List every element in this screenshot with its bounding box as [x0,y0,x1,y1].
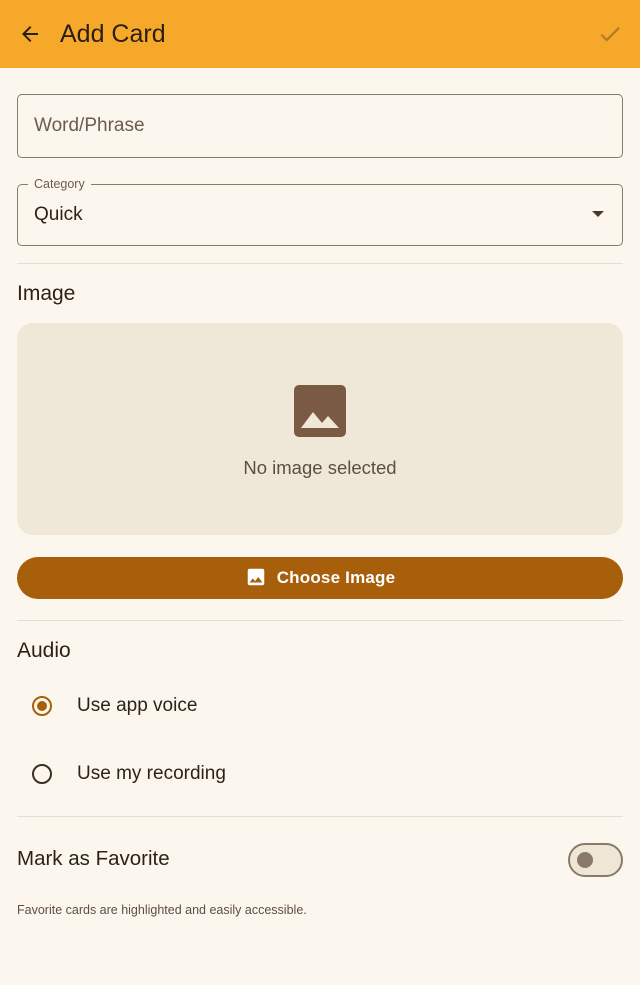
arrow-back-icon[interactable] [14,18,46,50]
radio-option-app-voice[interactable]: Use app voice [17,678,623,734]
category-label: Category [28,176,91,192]
favorite-title: Mark as Favorite [17,847,170,870]
page-title: Add Card [60,20,166,48]
choose-image-label: Choose Image [276,568,396,587]
image-icon [294,385,346,437]
category-value: Quick [34,204,83,225]
divider [17,620,623,621]
image-preview[interactable]: No image selected [17,323,623,535]
divider [17,263,623,264]
radio-button[interactable] [32,764,52,784]
radio-label: Use my recording [77,763,226,784]
word-phrase-field[interactable] [17,94,623,158]
no-image-text: No image selected [243,457,397,478]
image-icon [245,566,267,591]
radio-option-my-recording[interactable]: Use my recording [17,746,623,802]
radio-label: Use app voice [77,695,198,716]
divider [17,816,623,817]
radio-button[interactable] [32,696,52,716]
category-dropdown[interactable]: Category Quick [17,176,623,246]
toggle-knob [577,852,593,868]
app-bar: Add Card [0,0,640,68]
word-phrase-input[interactable] [34,95,594,157]
image-section-title: Image [17,282,76,305]
favorite-hint: Favorite cards are highlighted and easil… [17,903,307,917]
favorite-toggle[interactable] [568,843,623,877]
check-icon[interactable] [594,18,626,50]
choose-image-button[interactable]: Choose Image [17,557,623,599]
dropdown-arrow-icon[interactable] [592,211,604,217]
audio-section-title: Audio [17,639,71,662]
